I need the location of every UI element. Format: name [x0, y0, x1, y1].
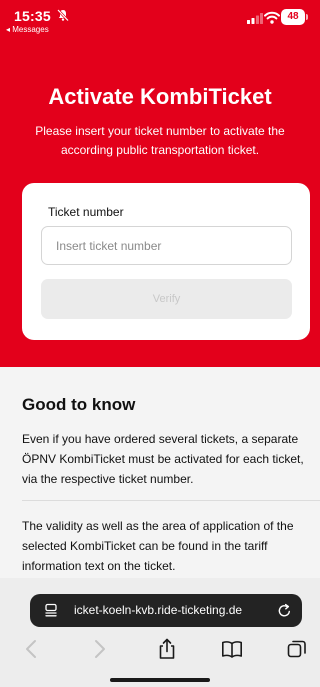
cellular-signal-icon: [247, 13, 263, 24]
ticket-number-label: Ticket number: [48, 205, 124, 219]
back-icon[interactable]: [21, 638, 43, 660]
status-bar: 15:35 ◂ Messages 48: [0, 0, 320, 36]
bell-muted-icon: [57, 9, 69, 22]
share-icon[interactable]: [156, 638, 178, 660]
info-paragraph-activation: Even if you have ordered several tickets…: [22, 432, 304, 486]
home-indicator: [110, 678, 210, 682]
url-text[interactable]: icket-koeln-kvb.ride-ticketing.de: [74, 603, 242, 617]
page-subtitle: Please insert your ticket number to acti…: [35, 124, 285, 157]
back-to-messages-link[interactable]: ◂ Messages: [6, 25, 49, 34]
bookmarks-icon[interactable]: [221, 638, 243, 660]
section-divider: [22, 500, 320, 501]
good-to-know-title: Good to know: [22, 395, 136, 414]
ticket-number-input[interactable]: [41, 226, 292, 265]
status-time: 15:35: [14, 8, 51, 24]
forward-icon[interactable]: [88, 638, 110, 660]
info-paragraph-validity: The validity as well as the area of appl…: [22, 519, 294, 573]
address-bar[interactable]: icket-koeln-kvb.ride-ticketing.de: [30, 594, 302, 627]
tabs-icon[interactable]: [286, 638, 308, 660]
page-menu-icon[interactable]: [44, 603, 58, 617]
activation-card: Ticket number Verify: [22, 183, 310, 340]
reload-icon[interactable]: [277, 603, 292, 618]
page-title: Activate KombiTicket: [48, 84, 272, 109]
wifi-icon: [264, 11, 280, 24]
verify-button[interactable]: Verify: [41, 279, 292, 319]
battery-indicator: 48: [281, 9, 308, 25]
